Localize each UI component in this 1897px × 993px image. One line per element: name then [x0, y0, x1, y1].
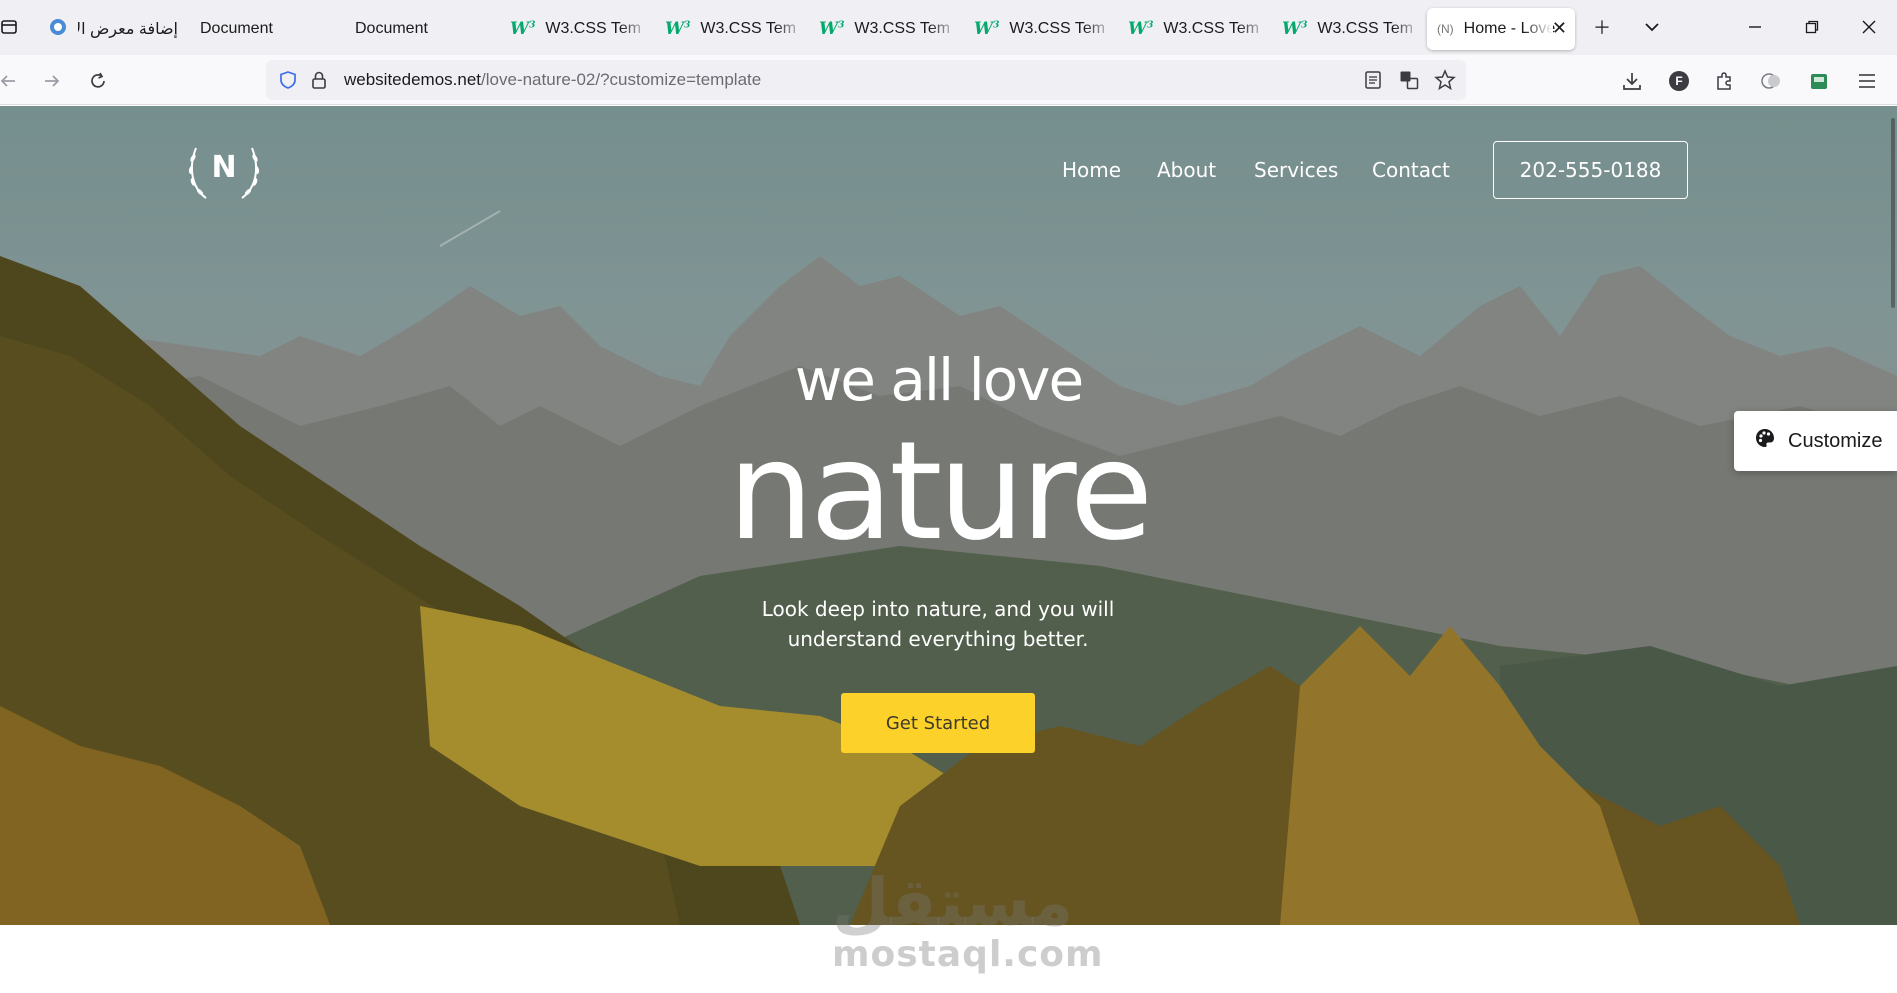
- back-icon[interactable]: [0, 67, 22, 95]
- shield-icon[interactable]: [278, 70, 298, 95]
- tab-w3css-4[interactable]: W3 W3.CSS Templa: [964, 8, 1114, 50]
- w3-icon: W3: [510, 19, 536, 39]
- nav-contact[interactable]: Contact: [1372, 158, 1450, 182]
- w3-icon: W3: [1282, 19, 1308, 39]
- tab-label: Document: [355, 20, 428, 37]
- tab-home-love-nature[interactable]: (N) Home - Love ✕: [1427, 8, 1575, 50]
- account-avatar[interactable]: F: [1665, 67, 1693, 95]
- url-domain: websitedemos.net: [344, 70, 482, 89]
- customize-label: Customize: [1788, 429, 1883, 452]
- nav-services[interactable]: Services: [1254, 158, 1338, 182]
- watermark-latin: mostaql.com: [832, 934, 1104, 975]
- nav-home[interactable]: Home: [1062, 158, 1121, 182]
- hero-subtitle: Look deep into nature, and you will unde…: [761, 597, 1115, 651]
- radio-circle-icon: [48, 17, 68, 42]
- translate-icon[interactable]: [1399, 70, 1419, 95]
- tab-w3css-3[interactable]: W3 W3.CSS Templa: [809, 8, 959, 50]
- tab-arabic[interactable]: إضافة معرض الأ: [38, 8, 188, 50]
- reader-view-icon[interactable]: [1364, 70, 1382, 95]
- tab-w3css-1[interactable]: W3 W3.CSS Templa: [500, 8, 650, 50]
- extension-puzzle-icon[interactable]: [1757, 67, 1785, 95]
- extensions-icon[interactable]: [1710, 67, 1738, 95]
- hero-section: N Home About Services Contact 202-555-01…: [0, 106, 1897, 925]
- site-logo-icon: (N): [1437, 22, 1454, 36]
- page-scrollbar[interactable]: [1891, 118, 1895, 308]
- tab-document-2[interactable]: Document: [345, 8, 495, 50]
- address-bar[interactable]: websitedemos.net/love-nature-02/?customi…: [266, 60, 1466, 100]
- reload-icon[interactable]: [84, 67, 112, 95]
- tab-w3css-2[interactable]: W3 W3.CSS Templa: [655, 8, 805, 50]
- extension-green-icon[interactable]: [1805, 67, 1833, 95]
- close-tab-icon[interactable]: ✕: [1552, 18, 1567, 39]
- url-path: /love-nature-02/?customize=template: [481, 70, 762, 89]
- restore-icon[interactable]: [1799, 14, 1825, 40]
- close-window-icon[interactable]: [1856, 14, 1882, 40]
- browser-tab-strip: إضافة معرض الأ Document Document W3 W3.C…: [0, 0, 1897, 55]
- tab-label: إضافة معرض الأ: [78, 21, 178, 38]
- watermark-arabic: مستقل: [832, 864, 1074, 941]
- w3-icon: W3: [665, 19, 691, 39]
- tab-label: Document: [200, 20, 273, 37]
- tab-w3css-5[interactable]: W3 W3.CSS Templa: [1118, 8, 1268, 50]
- tab-document-1[interactable]: Document: [190, 8, 340, 50]
- site-logo[interactable]: N: [184, 136, 264, 210]
- menu-hamburger-icon[interactable]: [1853, 67, 1881, 95]
- headline-big: nature: [727, 413, 1154, 571]
- browser-toolbar: websitedemos.net/love-nature-02/?customi…: [0, 55, 1897, 105]
- w3-icon: W3: [974, 19, 1000, 39]
- lock-icon[interactable]: [310, 70, 328, 95]
- bookmark-star-icon[interactable]: [1434, 69, 1456, 96]
- headline-small: we all love: [794, 346, 1084, 414]
- w3-icon: W3: [819, 19, 845, 39]
- logo-letter: N: [211, 150, 237, 185]
- new-tab-icon[interactable]: ＋: [1589, 14, 1615, 40]
- nav-about[interactable]: About: [1157, 158, 1216, 182]
- palette-icon: [1754, 427, 1776, 455]
- w3-icon: W3: [1128, 19, 1154, 39]
- customize-button[interactable]: Customize: [1734, 411, 1897, 471]
- downloads-icon[interactable]: [1618, 67, 1646, 95]
- url-text[interactable]: websitedemos.net/love-nature-02/?customi…: [344, 70, 761, 90]
- phone-button[interactable]: 202-555-0188: [1493, 141, 1688, 199]
- tab-w3css-6[interactable]: W3 W3.CSS Templa: [1272, 8, 1422, 50]
- tab-list-icon[interactable]: [0, 14, 22, 40]
- minimize-icon[interactable]: [1742, 14, 1768, 40]
- get-started-button[interactable]: Get Started: [841, 693, 1035, 753]
- tab-overflow-chevron-icon[interactable]: [1639, 14, 1665, 40]
- forward-icon[interactable]: [38, 67, 66, 95]
